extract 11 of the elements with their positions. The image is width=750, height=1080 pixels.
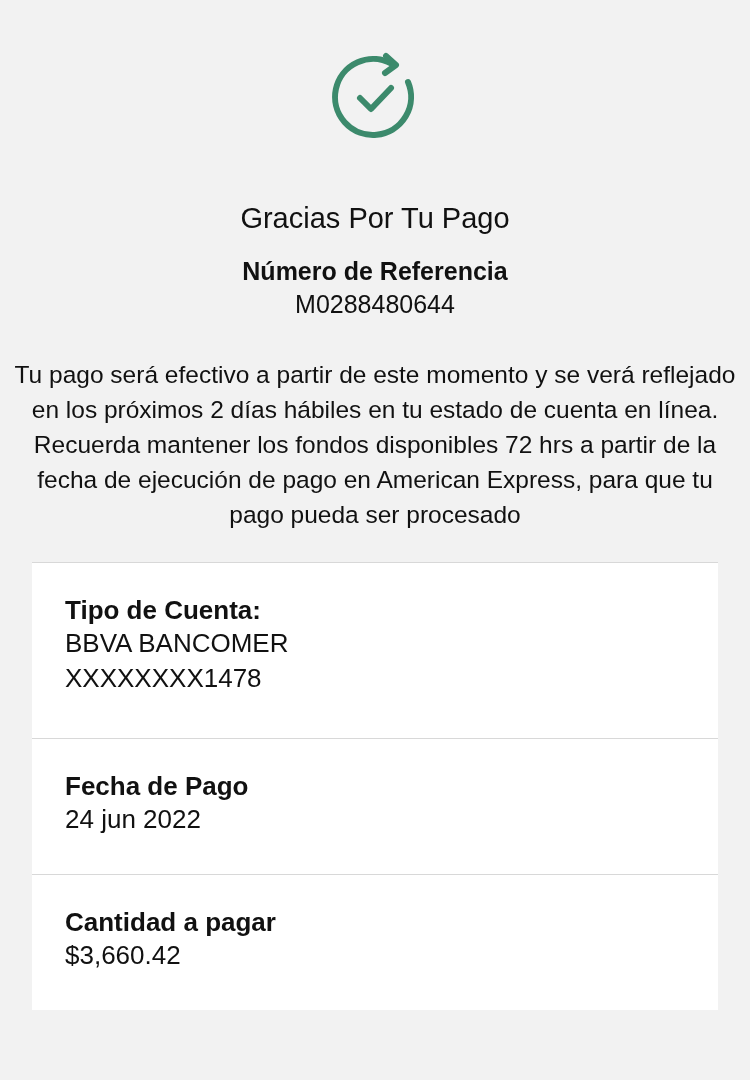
payment-message: Tu pago será efectivo a partir de este momento y se verá reflejado en los próximos 2 días hábiles en tu estado de cuenta en línea. Recuerda mantener los fondos disponibles 72 hrs a partir de la fecha de ejecución de pago en American Express, para que tu pago pueda ser procesado	[14, 360, 736, 530]
detail-label: Fecha de Pago	[65, 771, 249, 802]
detail-label: Cantidad a pagar	[65, 907, 276, 938]
page-title: Gracias Por Tu Pago	[240, 202, 510, 235]
detail-value: 24 jun 2022	[65, 803, 201, 836]
detail-value: BBVA BANCOMER	[65, 627, 289, 660]
reference-number: M0288480644	[295, 290, 455, 319]
detail-value: $3,660.42	[65, 939, 181, 972]
reference-label: Número de Referencia	[242, 257, 508, 286]
detail-label: Tipo de Cuenta:	[65, 595, 261, 626]
detail-value: XXXXXXXX1478	[65, 662, 262, 695]
